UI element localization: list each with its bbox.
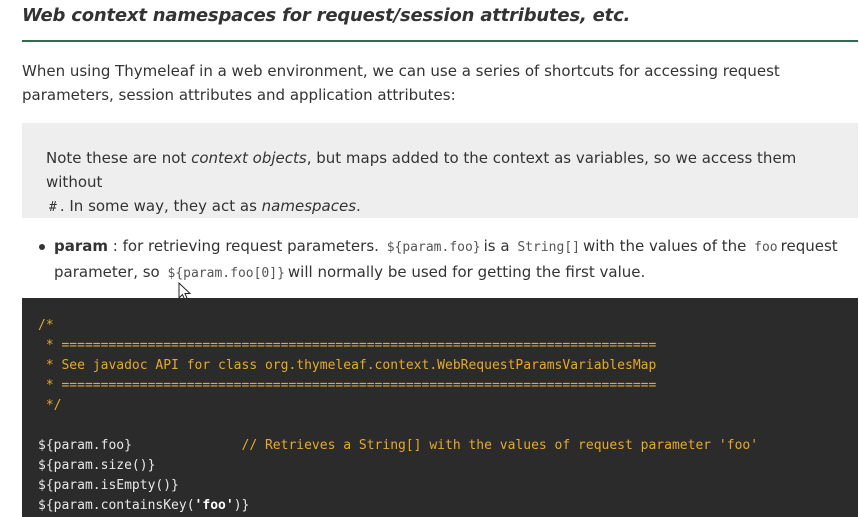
namespace-list: param : for retrieving request parameter… xyxy=(22,234,858,286)
note-hash: # xyxy=(49,200,57,215)
param-term: param xyxy=(54,237,109,255)
code-comment-line: * ======================================… xyxy=(38,378,657,393)
section-title: Web context namespaces for request/sessi… xyxy=(22,5,631,26)
code-line-param-size: ${param.size()} xyxy=(38,458,156,473)
code-comment-line: * See javadoc API for class org.thymelea… xyxy=(38,358,657,373)
inline-code-param-foo: ${param.foo} xyxy=(386,240,481,255)
param-text2: is a xyxy=(483,237,510,255)
note-text: Note these are not context objects, but … xyxy=(46,146,834,220)
bullet-dot xyxy=(39,244,45,250)
inline-code-string-array: String[] xyxy=(517,240,580,255)
code-comment-line: */ xyxy=(38,398,62,413)
code-comment-line: * ======================================… xyxy=(38,338,657,353)
code-string-foo: 'foo' xyxy=(194,498,234,513)
code-line-param-containskey: ${param.containsKey('foo')} xyxy=(38,496,858,516)
inline-code-param-foo-0: ${param.foo[0]} xyxy=(167,266,285,281)
code-containskey-end: )} xyxy=(233,498,250,513)
code-comment-line: /* xyxy=(38,318,54,333)
note-part4: . xyxy=(356,197,361,215)
param-text5: will normally be used for getting the fi… xyxy=(287,263,646,281)
code-param-foo-comment: // Retrieves a String[] with the values … xyxy=(131,438,759,453)
param-text3: with the values of the xyxy=(582,237,747,255)
code-block: /* * ===================================… xyxy=(22,298,858,517)
note-em-namespaces: namespaces xyxy=(261,197,357,215)
code-containskey-start: ${param.containsKey( xyxy=(38,498,195,513)
note-part1: Note these are not xyxy=(46,149,192,167)
section-heading: Web context namespaces for request/sessi… xyxy=(22,4,858,42)
code-line-param-foo: ${param.foo} // Retrieves a String[] wit… xyxy=(38,436,858,456)
note-box: Note these are not context objects, but … xyxy=(22,123,858,218)
code-param-foo: ${param.foo} xyxy=(38,438,132,453)
inline-code-foo: foo xyxy=(754,240,778,255)
list-item-param: param : for retrieving request parameter… xyxy=(22,234,858,286)
note-part3: . In some way, they act as xyxy=(59,197,262,215)
note-em-context-objects: context objects xyxy=(191,149,307,167)
param-text1: : for retrieving request parameters. xyxy=(108,237,379,255)
code-line-param-isempty: ${param.isEmpty()} xyxy=(38,478,179,493)
intro-paragraph: When using Thymeleaf in a web environmen… xyxy=(22,62,780,104)
